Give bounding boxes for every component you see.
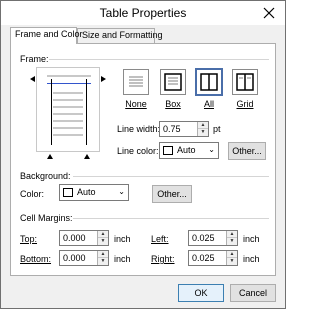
margin-top-value: 0.000 — [63, 233, 86, 243]
preview-left-border — [51, 79, 52, 145]
margin-bottom-stepper[interactable]: 0.000 ▲ ▼ — [59, 250, 109, 266]
marker-bottom-left-icon — [47, 154, 53, 159]
preview-text-line — [53, 127, 83, 129]
line-width-stepper[interactable]: 0.75 ▲ ▼ — [159, 121, 209, 137]
preview-border-line — [47, 83, 91, 84]
frame-box-label: Box — [165, 99, 181, 109]
margin-left-stepper[interactable]: 0.025 ▲ ▼ — [188, 230, 238, 246]
spin-up-icon[interactable]: ▲ — [227, 251, 237, 258]
line-color-swatch — [163, 146, 173, 155]
cancel-button[interactable]: Cancel — [230, 284, 276, 302]
tab-frame-and-color[interactable]: Frame and Color — [10, 27, 83, 44]
margin-bottom-value: 0.000 — [63, 253, 86, 263]
frame-section-label: Frame: — [20, 54, 49, 64]
line-color-other-button[interactable]: Other... — [228, 142, 266, 160]
background-color-label: Color: — [20, 189, 45, 199]
margin-top-label: Top: — [20, 234, 38, 244]
line-width-label: Line width: — [117, 124, 161, 134]
margin-top-unit: inch — [114, 234, 131, 244]
cell-margins-section-label: Cell Margins: — [20, 213, 73, 223]
background-divider — [73, 176, 269, 177]
spin-up-icon[interactable]: ▲ — [198, 122, 208, 129]
spin-down-icon[interactable]: ▼ — [98, 238, 108, 245]
margin-left-label: Left: — [151, 234, 169, 244]
dialog-window: Table Properties Frame and Color Size an… — [0, 0, 286, 309]
line-width-value: 0.75 — [163, 124, 181, 134]
line-color-select[interactable]: Auto ⌄ — [159, 142, 219, 159]
frame-none-label: None — [125, 99, 147, 109]
preview-text-line — [53, 113, 83, 115]
frame-none-icon — [129, 76, 143, 87]
line-width-unit: pt — [213, 124, 221, 134]
line-width-arrows[interactable]: ▲ ▼ — [197, 122, 208, 136]
background-other-button[interactable]: Other... — [152, 185, 192, 203]
margin-left-unit: inch — [243, 234, 260, 244]
preview-text-line — [53, 106, 83, 108]
background-section-label: Background: — [20, 171, 71, 181]
preview-line — [47, 75, 91, 77]
margin-top-arrows[interactable]: ▲ ▼ — [97, 231, 108, 245]
frame-all-icon — [200, 73, 218, 91]
background-color-swatch — [63, 188, 73, 197]
preview-right-border — [86, 79, 87, 145]
chevron-down-icon: ⌄ — [118, 187, 125, 196]
spin-up-icon[interactable]: ▲ — [98, 231, 108, 238]
margin-bottom-label: Bottom: — [20, 254, 52, 264]
frame-grid-button[interactable] — [232, 69, 258, 95]
ok-button[interactable]: OK — [178, 284, 224, 302]
margin-left-value: 0.025 — [192, 233, 215, 243]
frame-all-button[interactable] — [195, 68, 223, 96]
margin-right-value: 0.025 — [192, 253, 215, 263]
spin-up-icon[interactable]: ▲ — [98, 251, 108, 258]
dialog-title: Table Properties — [99, 6, 187, 20]
frame-box-button[interactable] — [160, 69, 186, 95]
spin-down-icon[interactable]: ▼ — [227, 238, 237, 245]
tab-panel: Frame: None Box All Grid Line width: 0.7… — [10, 43, 276, 276]
margin-right-unit: inch — [243, 254, 260, 264]
frame-grid-icon — [236, 73, 254, 91]
line-color-value: Auto — [177, 145, 196, 155]
close-button[interactable] — [261, 5, 277, 21]
background-color-value: Auto — [77, 187, 96, 197]
background-color-select[interactable]: Auto ⌄ — [59, 184, 129, 201]
margin-right-label: Right: — [151, 254, 175, 264]
margin-right-arrows[interactable]: ▲ ▼ — [226, 251, 237, 265]
frame-none-button[interactable] — [123, 69, 149, 95]
close-icon — [263, 7, 275, 19]
margin-bottom-unit: inch — [114, 254, 131, 264]
marker-right-top-icon — [101, 76, 106, 82]
frame-grid-label: Grid — [236, 99, 254, 109]
frame-all-label: All — [203, 99, 214, 109]
title-bar: Table Properties — [1, 1, 285, 25]
preview-text-line — [53, 120, 83, 122]
frame-preview[interactable] — [36, 67, 100, 152]
marker-bottom-right-icon — [84, 154, 90, 159]
cell-margins-divider — [73, 218, 269, 219]
chevron-down-icon: ⌄ — [208, 145, 215, 154]
spin-up-icon[interactable]: ▲ — [227, 231, 237, 238]
margin-bottom-arrows[interactable]: ▲ ▼ — [97, 251, 108, 265]
margin-left-arrows[interactable]: ▲ ▼ — [226, 231, 237, 245]
preview-text-line — [53, 99, 83, 101]
margin-top-stepper[interactable]: 0.000 ▲ ▼ — [59, 230, 109, 246]
frame-box-icon — [164, 73, 182, 91]
line-color-label: Line color: — [117, 146, 159, 156]
spin-down-icon[interactable]: ▼ — [98, 258, 108, 265]
preview-text-line — [53, 92, 83, 94]
frame-divider — [49, 59, 269, 60]
spin-down-icon[interactable]: ▼ — [198, 129, 208, 136]
margin-right-stepper[interactable]: 0.025 ▲ ▼ — [188, 250, 238, 266]
tab-size-and-formatting[interactable]: Size and Formatting — [77, 28, 163, 43]
spin-down-icon[interactable]: ▼ — [227, 258, 237, 265]
marker-left-top-icon — [30, 76, 35, 82]
preview-text-line — [53, 134, 83, 136]
